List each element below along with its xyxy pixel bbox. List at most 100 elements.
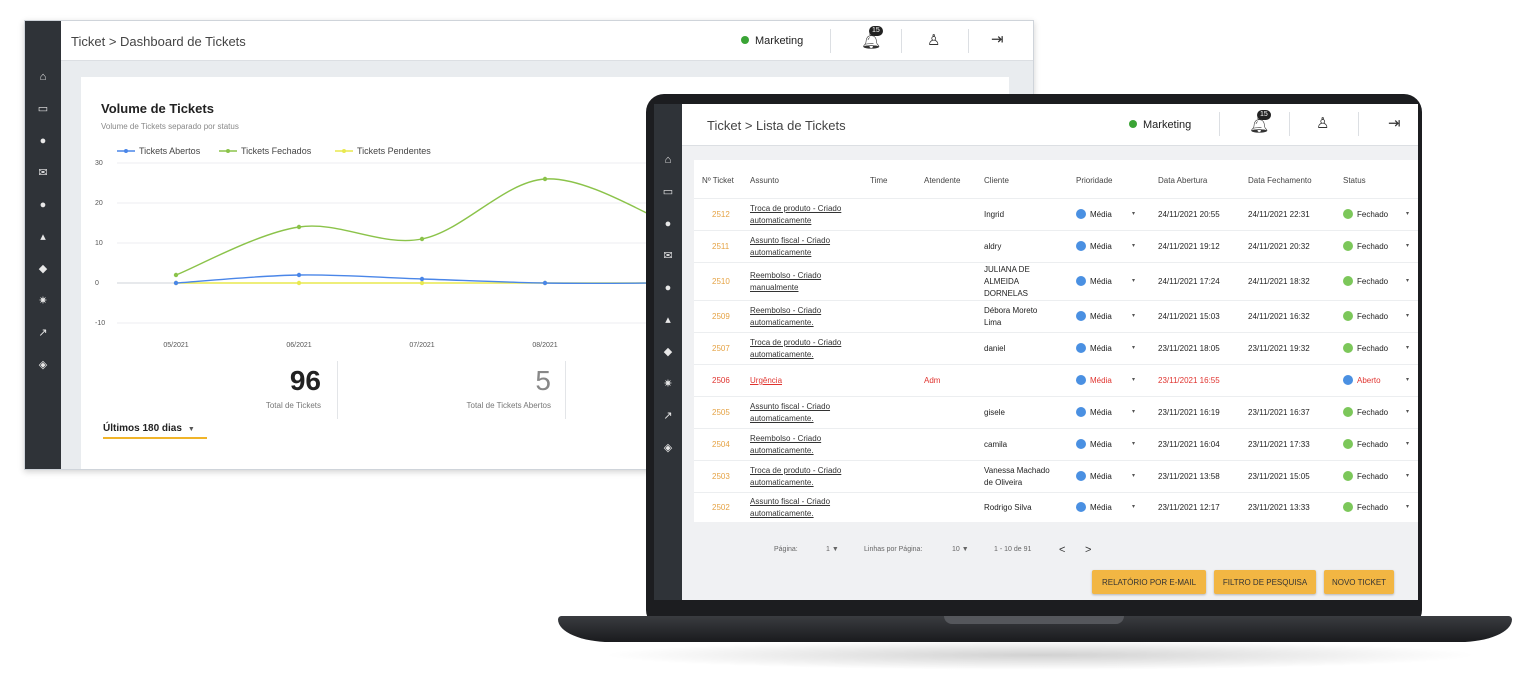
ticket-subject-link[interactable]: Troca de produto - Criado automaticamente… (750, 337, 841, 361)
caret-down-icon[interactable]: ▾ (1132, 472, 1135, 479)
ticket-id[interactable]: 2503 (712, 471, 730, 483)
gear-icon[interactable]: ✷ (25, 295, 61, 307)
status-select[interactable]: Fechado (1343, 276, 1388, 288)
bell-icon[interactable]: 🔔︎ 15 (861, 26, 883, 51)
status-select[interactable]: Fechado (1343, 407, 1388, 419)
ticket-id[interactable]: 2502 (712, 502, 730, 514)
priority-select[interactable]: Média (1076, 343, 1112, 355)
mail-icon[interactable]: ✉ (25, 167, 61, 179)
priority-select[interactable]: Média (1076, 209, 1112, 221)
status-select[interactable]: Fechado (1343, 209, 1388, 221)
ticket-subject-link[interactable]: Assunto fiscal - Criado automaticamente (750, 235, 830, 259)
caret-down-icon[interactable]: ▾ (1406, 344, 1409, 351)
caret-down-icon[interactable]: ▾ (1132, 440, 1135, 447)
bell-icon[interactable]: 🔔︎ 15 (1249, 110, 1271, 135)
table-row[interactable]: 2503 Troca de produto - Criado automaticam… (694, 460, 1418, 492)
table-row[interactable]: 2505 Assunto fiscal - Criado automaticamen… (694, 396, 1418, 428)
ticket-subject-link[interactable]: Reembolso - Criado manualmente (750, 270, 821, 294)
ticket-id[interactable]: 2509 (712, 311, 730, 323)
home-icon[interactable]: ⌂ (25, 71, 61, 83)
next-page-button[interactable]: > (1085, 544, 1091, 556)
ticket-subject-link[interactable]: Assunto fiscal - Criado automaticamente. (750, 401, 830, 425)
caret-down-icon[interactable]: ▾ (1132, 408, 1135, 415)
caret-down-icon[interactable]: ▾ (1406, 277, 1409, 284)
ticket-subject-link[interactable]: Reembolso - Criado automaticamente. (750, 305, 821, 329)
monitor-icon[interactable]: ▭ (25, 103, 61, 115)
priority-select[interactable]: Média (1076, 276, 1112, 288)
chart-icon[interactable]: ↗ (25, 327, 61, 339)
table-row[interactable]: 2506 Urgência Adm Média ▾ 23/11/2021 16:55 Abe… (694, 364, 1418, 396)
tag-icon[interactable]: ◈ (654, 442, 682, 454)
column-header-closed[interactable]: Data Fechamento (1248, 176, 1312, 185)
home-icon[interactable]: ⌂ (654, 154, 682, 166)
rows-per-page-select[interactable]: 10 ▼ (952, 546, 969, 553)
column-header-ticket[interactable]: Nº Ticket (702, 176, 734, 185)
department-indicator[interactable]: Marketing (741, 35, 803, 47)
user-icon[interactable]: ▴ (654, 314, 682, 326)
caret-down-icon[interactable]: ▾ (1406, 408, 1409, 415)
ticket-id[interactable]: 2510 (712, 276, 730, 288)
caret-down-icon[interactable]: ▾ (1406, 440, 1409, 447)
status-select[interactable]: Aberto (1343, 375, 1381, 387)
logout-icon[interactable]: ⇥ (1388, 114, 1401, 132)
chart-icon[interactable]: ↗ (654, 410, 682, 422)
page-select[interactable]: 1 ▼ (826, 546, 839, 553)
puzzle-icon[interactable]: ◆ (25, 263, 61, 275)
chat-icon[interactable]: ● (25, 135, 61, 147)
caret-down-icon[interactable]: ▾ (1406, 472, 1409, 479)
caret-down-icon[interactable]: ▾ (1132, 376, 1135, 383)
priority-select[interactable]: Média (1076, 311, 1112, 323)
alert-icon[interactable]: ● (654, 282, 682, 294)
caret-down-icon[interactable]: ▾ (1132, 503, 1135, 510)
caret-down-icon[interactable]: ▾ (1406, 312, 1409, 319)
status-select[interactable]: Fechado (1343, 241, 1388, 253)
gear-icon[interactable]: ✷ (654, 378, 682, 390)
caret-down-icon[interactable]: ▾ (1406, 210, 1409, 217)
caret-down-icon[interactable]: ▾ (1132, 277, 1135, 284)
alert-icon[interactable]: ● (25, 199, 61, 211)
column-header-agent[interactable]: Atendente (924, 176, 960, 185)
ticket-subject-link[interactable]: Urgência (750, 375, 782, 387)
status-select[interactable]: Fechado (1343, 439, 1388, 451)
caret-down-icon[interactable]: ▾ (1406, 242, 1409, 249)
ticket-id[interactable]: 2504 (712, 439, 730, 451)
status-select[interactable]: Fechado (1343, 502, 1388, 514)
caret-down-icon[interactable]: ▾ (1132, 210, 1135, 217)
caret-down-icon[interactable]: ▾ (1132, 344, 1135, 351)
table-row[interactable]: 2507 Troca de produto - Criado automaticam… (694, 332, 1418, 364)
caret-down-icon[interactable]: ▾ (1406, 503, 1409, 510)
table-row[interactable]: 2510 Reembolso - Criado manualmente JULIANA… (694, 262, 1418, 300)
table-row[interactable]: 2502 Assunto fiscal - Criado automaticamen… (694, 492, 1418, 522)
ticket-subject-link[interactable]: Reembolso - Criado automaticamente. (750, 433, 821, 457)
ticket-id[interactable]: 2507 (712, 343, 730, 355)
breadcrumb-root[interactable]: Ticket (707, 118, 741, 133)
ticket-id[interactable]: 2506 (712, 375, 730, 387)
ticket-subject-link[interactable]: Troca de produto - Criado automaticamente… (750, 465, 841, 489)
user-icon[interactable]: ♙ (927, 31, 940, 49)
ticket-id[interactable]: 2511 (712, 241, 729, 253)
column-header-subject[interactable]: Assunto (750, 176, 779, 185)
caret-down-icon[interactable]: ▾ (1406, 376, 1409, 383)
chat-icon[interactable]: ● (654, 218, 682, 230)
column-header-status[interactable]: Status (1343, 176, 1366, 185)
puzzle-icon[interactable]: ◆ (654, 346, 682, 358)
prev-page-button[interactable]: < (1059, 544, 1065, 556)
column-header-client[interactable]: Cliente (984, 176, 1009, 185)
ticket-subject-link[interactable]: Troca de produto - Criado automaticamente (750, 203, 841, 227)
tag-icon[interactable]: ◈ (25, 359, 61, 371)
column-header-priority[interactable]: Prioridade (1076, 176, 1112, 185)
ticket-subject-link[interactable]: Assunto fiscal - Criado automaticamente. (750, 496, 830, 520)
status-select[interactable]: Fechado (1343, 471, 1388, 483)
status-select[interactable]: Fechado (1343, 311, 1388, 323)
table-row[interactable]: 2509 Reembolso - Criado automaticamente. Dé… (694, 300, 1418, 332)
table-row[interactable]: 2511 Assunto fiscal - Criado automaticamen… (694, 230, 1418, 262)
ticket-id[interactable]: 2512 (712, 209, 730, 221)
column-header-opened[interactable]: Data Abertura (1158, 176, 1207, 185)
email-report-button[interactable]: Relatório por e-mail (1092, 570, 1206, 594)
priority-select[interactable]: Média (1076, 502, 1112, 514)
caret-down-icon[interactable]: ▾ (1132, 242, 1135, 249)
table-row[interactable]: 2504 Reembolso - Criado automaticamente. ca… (694, 428, 1418, 460)
period-select[interactable]: Últimos 180 dias ▼ (103, 423, 207, 439)
logout-icon[interactable]: ⇥ (991, 30, 1004, 48)
ticket-id[interactable]: 2505 (712, 407, 730, 419)
